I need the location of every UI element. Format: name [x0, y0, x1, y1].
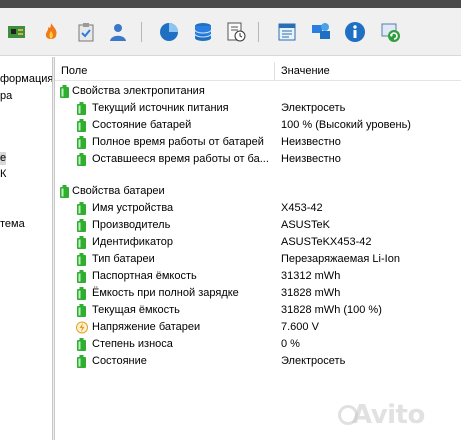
- property-name: Текущий источник питания: [92, 102, 229, 114]
- battery-icon: [76, 338, 87, 351]
- toolbar-separator: [258, 22, 259, 42]
- toolbar-separator: [141, 22, 142, 42]
- column-separator[interactable]: [274, 62, 275, 81]
- property-value: 31828 mWh (100 %): [281, 304, 382, 316]
- property-value: ASUSTeKX453-42: [281, 236, 372, 248]
- section-title: Свойства электропитания: [72, 85, 205, 97]
- column-header: Поле Значение: [55, 62, 461, 81]
- sidebar-item[interactable]: е: [0, 152, 6, 164]
- battery-icon: [59, 85, 70, 98]
- battery-icon: [59, 185, 70, 198]
- battery-icon: [76, 304, 87, 317]
- pie-chart-icon[interactable]: [158, 21, 180, 43]
- battery-icon: [76, 153, 87, 166]
- battery-icon: [76, 287, 87, 300]
- property-value: X453-42: [281, 202, 323, 214]
- property-row[interactable]: Паспортная ёмкость 31312 mWh: [55, 268, 461, 285]
- property-row[interactable]: Полное время работы от батарей Неизвестно: [55, 134, 461, 151]
- section-header[interactable]: Свойства электропитания: [55, 83, 461, 100]
- property-name: Полное время работы от батарей: [92, 136, 264, 148]
- battery-icon: [76, 136, 87, 149]
- battery-icon: [76, 102, 87, 115]
- property-value: Электросеть: [281, 102, 346, 114]
- property-name: Состояние: [92, 355, 147, 367]
- property-name: Состояние батарей: [92, 119, 192, 131]
- database-icon[interactable]: [192, 21, 214, 43]
- battery-icon: [76, 236, 87, 249]
- report-clock-icon[interactable]: [225, 21, 247, 43]
- property-row[interactable]: Напряжение батареи 7.600 V: [55, 319, 461, 336]
- property-row[interactable]: Текущая ёмкость 31828 mWh (100 %): [55, 302, 461, 319]
- property-name: Идентификатор: [92, 236, 173, 248]
- property-value: 100 % (Высокий уровень): [281, 119, 411, 131]
- property-name: Напряжение батареи: [92, 321, 201, 333]
- property-value: 0 %: [281, 338, 300, 350]
- property-value: 7.600 V: [281, 321, 319, 333]
- battery-icon: [76, 202, 87, 215]
- user-icon[interactable]: [107, 21, 129, 43]
- property-name: Производитель: [92, 219, 171, 231]
- section-title: Свойства батареи: [72, 185, 165, 197]
- property-value: Неизвестно: [281, 153, 341, 165]
- property-row[interactable]: Тип батареи Перезаряжаемая Li-Ion: [55, 251, 461, 268]
- watermark: Avito: [352, 400, 425, 430]
- property-name: Степень износа: [92, 338, 173, 350]
- report-icon[interactable]: [276, 21, 298, 43]
- flame-icon[interactable]: [40, 21, 62, 43]
- section-header[interactable]: Свойства батареи: [55, 183, 461, 200]
- battery-icon: [76, 355, 87, 368]
- property-name: Оставшееся время работы от ба...: [92, 153, 269, 165]
- toolbar: [0, 8, 461, 56]
- lightning-icon: [76, 321, 88, 334]
- property-name: Имя устройства: [92, 202, 174, 214]
- clipboard-check-icon[interactable]: [75, 21, 97, 43]
- info-icon[interactable]: [344, 21, 366, 43]
- property-row[interactable]: Идентификатор ASUSTeKX453-42: [55, 234, 461, 251]
- network-globe-icon[interactable]: [310, 21, 332, 43]
- sidebar-item[interactable]: формация: [0, 73, 52, 85]
- property-row[interactable]: Ёмкость при полной зарядке 31828 mWh: [55, 285, 461, 302]
- property-value: 31312 mWh: [281, 270, 341, 282]
- details-panel: Поле Значение Свойства электропитания Тек…: [55, 57, 461, 440]
- property-row[interactable]: Состояние Электросеть: [55, 353, 461, 370]
- motherboard-icon[interactable]: [6, 21, 28, 43]
- sidebar-item[interactable]: К: [0, 168, 6, 180]
- property-value: Неизвестно: [281, 136, 341, 148]
- battery-icon: [76, 219, 87, 232]
- battery-icon: [76, 119, 87, 132]
- property-row[interactable]: Оставшееся время работы от ба... Неизвест…: [55, 151, 461, 168]
- property-name: Паспортная ёмкость: [92, 270, 197, 282]
- window-top-strip: [0, 0, 461, 8]
- property-value: ASUSTeK: [281, 219, 330, 231]
- property-row[interactable]: Текущий источник питания Электросеть: [55, 100, 461, 117]
- property-name: Текущая ёмкость: [92, 304, 180, 316]
- battery-icon: [76, 253, 87, 266]
- property-row[interactable]: Имя устройства X453-42: [55, 200, 461, 217]
- sidebar-item[interactable]: тема: [0, 218, 25, 230]
- sidebar: формация ра е К тема: [0, 57, 52, 440]
- battery-icon: [76, 270, 87, 283]
- property-name: Ёмкость при полной зарядке: [92, 287, 239, 299]
- column-field-header[interactable]: Поле: [61, 65, 87, 77]
- refresh-icon[interactable]: [379, 21, 401, 43]
- property-value: 31828 mWh: [281, 287, 341, 299]
- sidebar-item[interactable]: ра: [0, 90, 12, 102]
- property-value: Перезаряжаемая Li-Ion: [281, 253, 400, 265]
- property-row[interactable]: Степень износа 0 %: [55, 336, 461, 353]
- property-row[interactable]: Состояние батарей 100 % (Высокий уровень): [55, 117, 461, 134]
- column-value-header[interactable]: Значение: [281, 65, 330, 77]
- property-name: Тип батареи: [92, 253, 155, 265]
- property-value: Электросеть: [281, 355, 346, 367]
- property-row[interactable]: Производитель ASUSTeK: [55, 217, 461, 234]
